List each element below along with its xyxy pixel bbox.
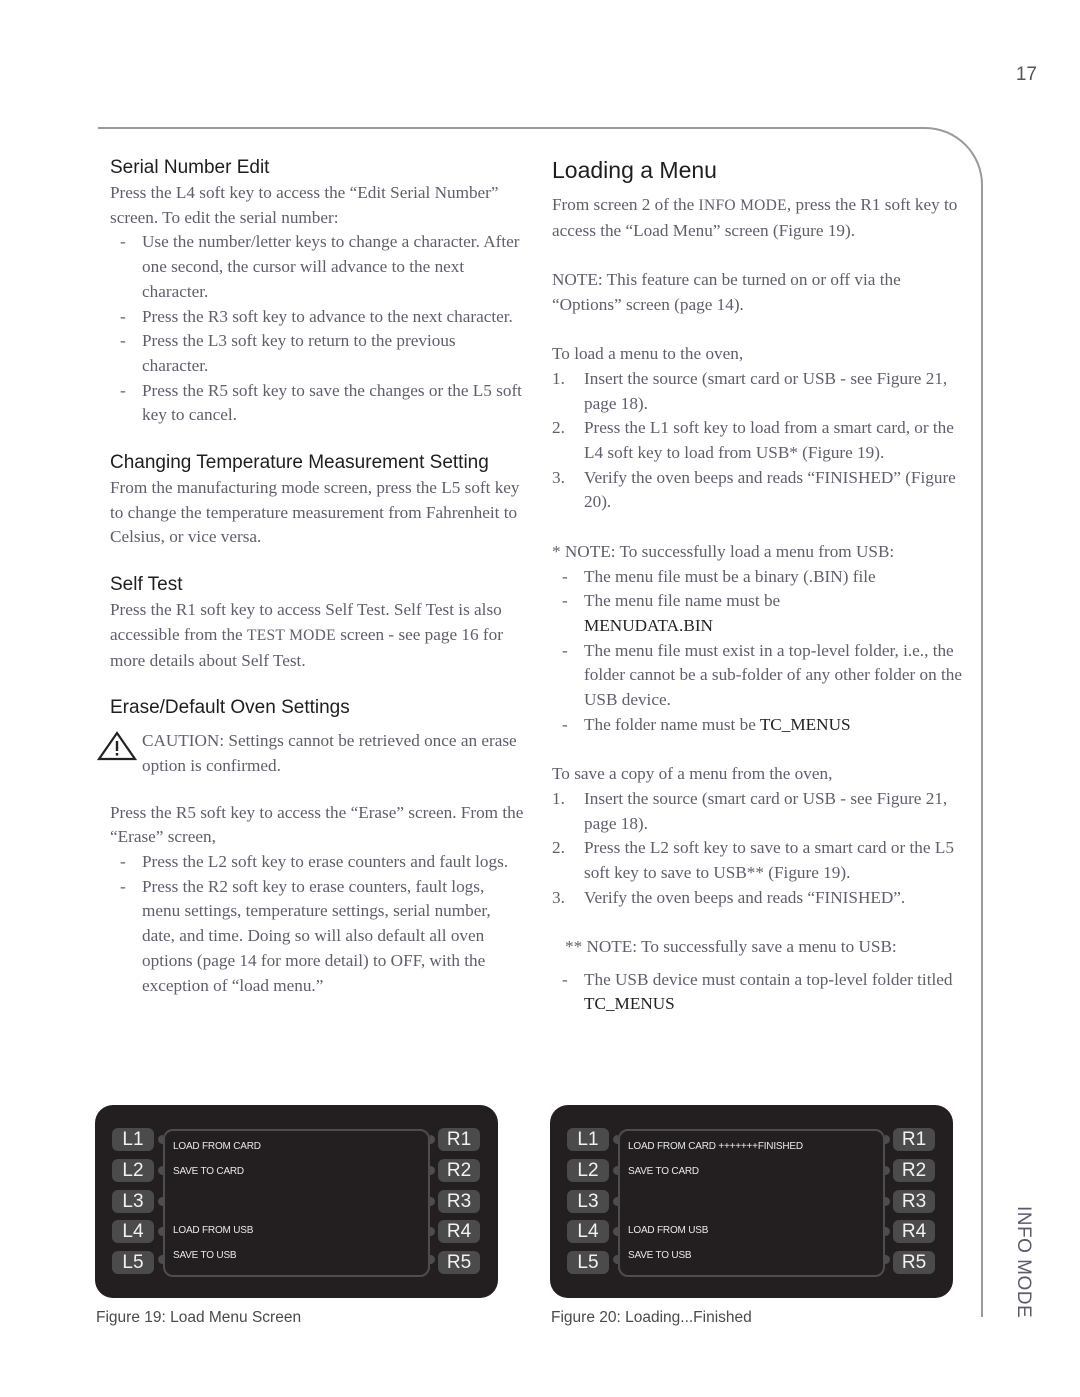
menu-line-1: LOAD FROM CARD +++++++FINISHED	[628, 1141, 803, 1152]
erase-intro: Press the R5 soft key to access the “Era…	[110, 802, 524, 847]
usb-save-note: ** NOTE: To successfully save a menu to …	[565, 937, 897, 957]
list-item: 1. Insert the source (smart card or USB -…	[552, 788, 948, 833]
usb-load-note: * NOTE: To successfully load a menu from…	[552, 541, 895, 561]
soft-key-r5[interactable]: R5	[438, 1251, 480, 1274]
save-steps: 1. Insert the source (smart card or USB -…	[552, 787, 962, 911]
list-item: - Press the L3 soft key to return to the …	[120, 331, 456, 375]
section-tab: INFO MODE	[1013, 1206, 1034, 1319]
list-item: - Press the L2 soft key to erase counters…	[120, 852, 509, 872]
soft-key-r5[interactable]: R5	[893, 1251, 935, 1274]
soft-key-r1[interactable]: R1	[438, 1128, 480, 1151]
menu-line-2: SAVE TO CARD	[628, 1166, 699, 1177]
erase-list: - Press the L2 soft key to erase counters…	[110, 850, 525, 998]
temp-heading: Changing Temperature Measurement Setting	[110, 452, 489, 474]
serial-intro: Press the L4 soft key to access the “Edi…	[110, 183, 499, 227]
temp-body: From the manufacturing mode screen, pres…	[110, 478, 520, 547]
figure-20-caption: Figure 20: Loading...Finished	[551, 1309, 752, 1326]
section-title: Loading a Menu	[552, 157, 717, 183]
warning-icon	[97, 731, 137, 761]
list-item: - The menu file must be a binary (.BIN) f…	[562, 566, 876, 586]
soft-key-r3[interactable]: R3	[438, 1190, 480, 1213]
load-intro: To load a menu to the oven,	[552, 344, 744, 364]
figure-19-caption: Figure 19: Load Menu Screen	[96, 1309, 302, 1326]
soft-key-l2[interactable]: L2	[112, 1159, 154, 1182]
list-item: - Press the R2 soft key to erase counters…	[120, 876, 491, 995]
serial-list: - Use the number/letter keys to change a …	[110, 230, 525, 428]
soft-key-r4[interactable]: R4	[893, 1220, 935, 1243]
save-intro: To save a copy of a menu from the oven,	[552, 764, 833, 784]
soft-key-l1[interactable]: L1	[567, 1128, 609, 1151]
list-item: 2. Press the L2 soft key to save to a sma…	[552, 838, 954, 882]
right-column: Loading a Menu From screen 2 of the INFO…	[552, 155, 962, 1017]
load-steps: 1. Insert the source (smart card or USB -…	[552, 367, 962, 515]
menu-line-4: LOAD FROM USB	[173, 1225, 254, 1236]
page-number: 17	[1015, 64, 1037, 85]
menu-line-5: SAVE TO USB	[628, 1250, 692, 1261]
serial-heading: Serial Number Edit	[110, 157, 270, 178]
left-column: Serial Number Edit Press the L4 soft key…	[97, 155, 525, 998]
list-item: 2. Press the L1 soft key to load from a s…	[552, 418, 954, 462]
menu-line-4: LOAD FROM USB	[628, 1225, 709, 1236]
list-item: - Press the R3 soft key to advance to the…	[120, 306, 513, 326]
soft-key-l5[interactable]: L5	[567, 1251, 609, 1274]
list-item: - Press the R5 soft key to save the chang…	[120, 380, 522, 425]
soft-key-r2[interactable]: R2	[893, 1159, 935, 1182]
list-item: 3. Verify the oven beeps and reads “FINIS…	[552, 467, 956, 512]
list-item: 3. Verify the oven beeps and reads “FINIS…	[552, 887, 906, 907]
soft-key-r1[interactable]: R1	[893, 1128, 935, 1151]
soft-key-l1[interactable]: L1	[112, 1128, 154, 1151]
soft-key-l4[interactable]: L4	[112, 1220, 154, 1243]
usb-save-list: - The USB device must contain a top-level…	[552, 968, 962, 1017]
soft-key-l3[interactable]: L3	[567, 1190, 609, 1213]
soft-key-l2[interactable]: L2	[567, 1159, 609, 1182]
soft-key-l3[interactable]: L3	[112, 1190, 154, 1213]
oven-screen-figure-19: L1 L2 L3 L4 L5 R1 R2 R3 R4 R5 LOAD FROM …	[95, 1105, 498, 1298]
soft-key-r3[interactable]: R3	[893, 1190, 935, 1213]
soft-key-r4[interactable]: R4	[438, 1220, 480, 1243]
selftest-heading: Self Test	[110, 574, 183, 596]
options-note: NOTE: This feature can be turned on or o…	[552, 270, 901, 314]
menu-line-1: LOAD FROM CARD	[173, 1141, 261, 1152]
list-item: - The folder name must be TC_MENUS	[562, 714, 851, 734]
menu-line-2: SAVE TO CARD	[173, 1166, 244, 1177]
menu-line-5: SAVE TO USB	[173, 1250, 237, 1261]
list-item: - The USB device must contain a top-level…	[562, 969, 953, 1014]
selftest-body: Press the R1 soft key to access Self Tes…	[110, 600, 503, 670]
list-item: - The menu file must exist in a top-level…	[562, 640, 962, 710]
erase-heading: Erase/Default Oven Settings	[110, 697, 350, 719]
list-item: - The menu file name must be MENUDATA.BIN	[562, 591, 781, 635]
usb-load-list: - The menu file must be a binary (.BIN) f…	[552, 565, 962, 738]
caution-note: CAUTION: Settings cannot be retrieved on…	[97, 729, 525, 778]
list-item: - Use the number/letter keys to change a …	[120, 232, 520, 301]
load-menu-intro: From screen 2 of the INFO MODE, press th…	[552, 195, 958, 240]
soft-key-l5[interactable]: L5	[112, 1251, 154, 1274]
list-item: 1. Insert the source (smart card or USB -…	[552, 368, 948, 413]
soft-key-l4[interactable]: L4	[567, 1220, 609, 1243]
oven-screen-figure-20: L1 L2 L3 L4 L5 R1 R2 R3 R4 R5 LOAD FROM …	[550, 1105, 953, 1298]
soft-key-r2[interactable]: R2	[438, 1159, 480, 1182]
